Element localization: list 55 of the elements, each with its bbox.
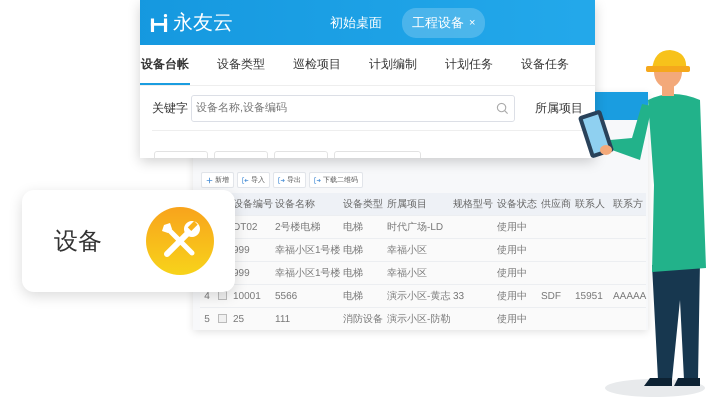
- column-header: 所属项目: [384, 193, 450, 216]
- export-icon: [278, 176, 285, 184]
- table-cell: 电梯: [343, 291, 363, 302]
- table-cell: 电梯: [343, 222, 363, 233]
- table-cell: 电梯: [343, 245, 363, 256]
- column-header: 设备名称: [272, 193, 340, 216]
- tools-icon: [145, 206, 215, 276]
- table-cell: 使用中: [497, 245, 527, 256]
- table-cell: 15951: [575, 290, 603, 302]
- table-cell: 演示小区-黄志: [387, 291, 450, 302]
- tab[interactable]: 设备类型: [216, 45, 266, 85]
- table-cell: 幸福小区1号楼: [275, 245, 341, 256]
- table-cell: 使用中: [497, 291, 527, 302]
- table-cell: 电梯: [343, 268, 363, 279]
- tab[interactable]: 巡检项目: [292, 45, 342, 85]
- field-label: 所属项目: [535, 100, 583, 116]
- table-cell: 幸福小区: [387, 268, 427, 279]
- import-icon: [242, 176, 249, 184]
- table-cell: 时代广场-LD: [387, 222, 444, 233]
- table-cell: 111: [275, 314, 290, 324]
- export-icon: [314, 176, 321, 184]
- row-number: 4: [204, 290, 210, 302]
- row-number: 5: [204, 314, 210, 324]
- column-header: 设备类型: [340, 193, 384, 216]
- column-header: 联系方: [610, 193, 646, 216]
- search-field[interactable]: 设备名称,设备编码: [191, 94, 515, 122]
- plus-icon: [206, 176, 213, 184]
- card-title: 设备: [54, 227, 102, 257]
- table-cell: SDF: [541, 290, 561, 302]
- table-cell: 25: [233, 314, 244, 324]
- column-header: 供应商: [538, 193, 572, 216]
- search-icon: [496, 102, 509, 114]
- table-cell: 使用中: [497, 222, 527, 233]
- table-cell: 演示小区-防勒: [387, 314, 450, 325]
- table-cell: 33: [453, 290, 464, 302]
- table-cell: 幸福小区: [387, 245, 427, 256]
- tab[interactable]: 计划编制: [368, 45, 418, 85]
- tab[interactable]: 设备台帐: [140, 45, 190, 85]
- logo-text: 永友云: [173, 11, 233, 36]
- field-label: 关键字: [152, 100, 188, 116]
- table-cell: AAAAA: [613, 290, 646, 302]
- column-header: 设备状态: [494, 193, 538, 216]
- tab[interactable]: 设备任务: [520, 45, 570, 85]
- table-cell: 幸福小区1号楼: [275, 268, 341, 279]
- column-header: 联系人: [572, 193, 610, 216]
- table-cell: 2号楼电梯: [275, 222, 321, 233]
- table-cell: 使用中: [497, 268, 527, 279]
- table-cell: 5566: [275, 290, 298, 302]
- table-cell: 消防设备: [343, 314, 383, 325]
- table-cell: 10001: [233, 290, 261, 302]
- column-header: 规格型号: [450, 193, 494, 216]
- row-checkbox[interactable]: [218, 314, 226, 324]
- table-cell: 使用中: [497, 314, 527, 325]
- tab[interactable]: 计划任务: [444, 45, 494, 85]
- logo-icon: [150, 14, 168, 32]
